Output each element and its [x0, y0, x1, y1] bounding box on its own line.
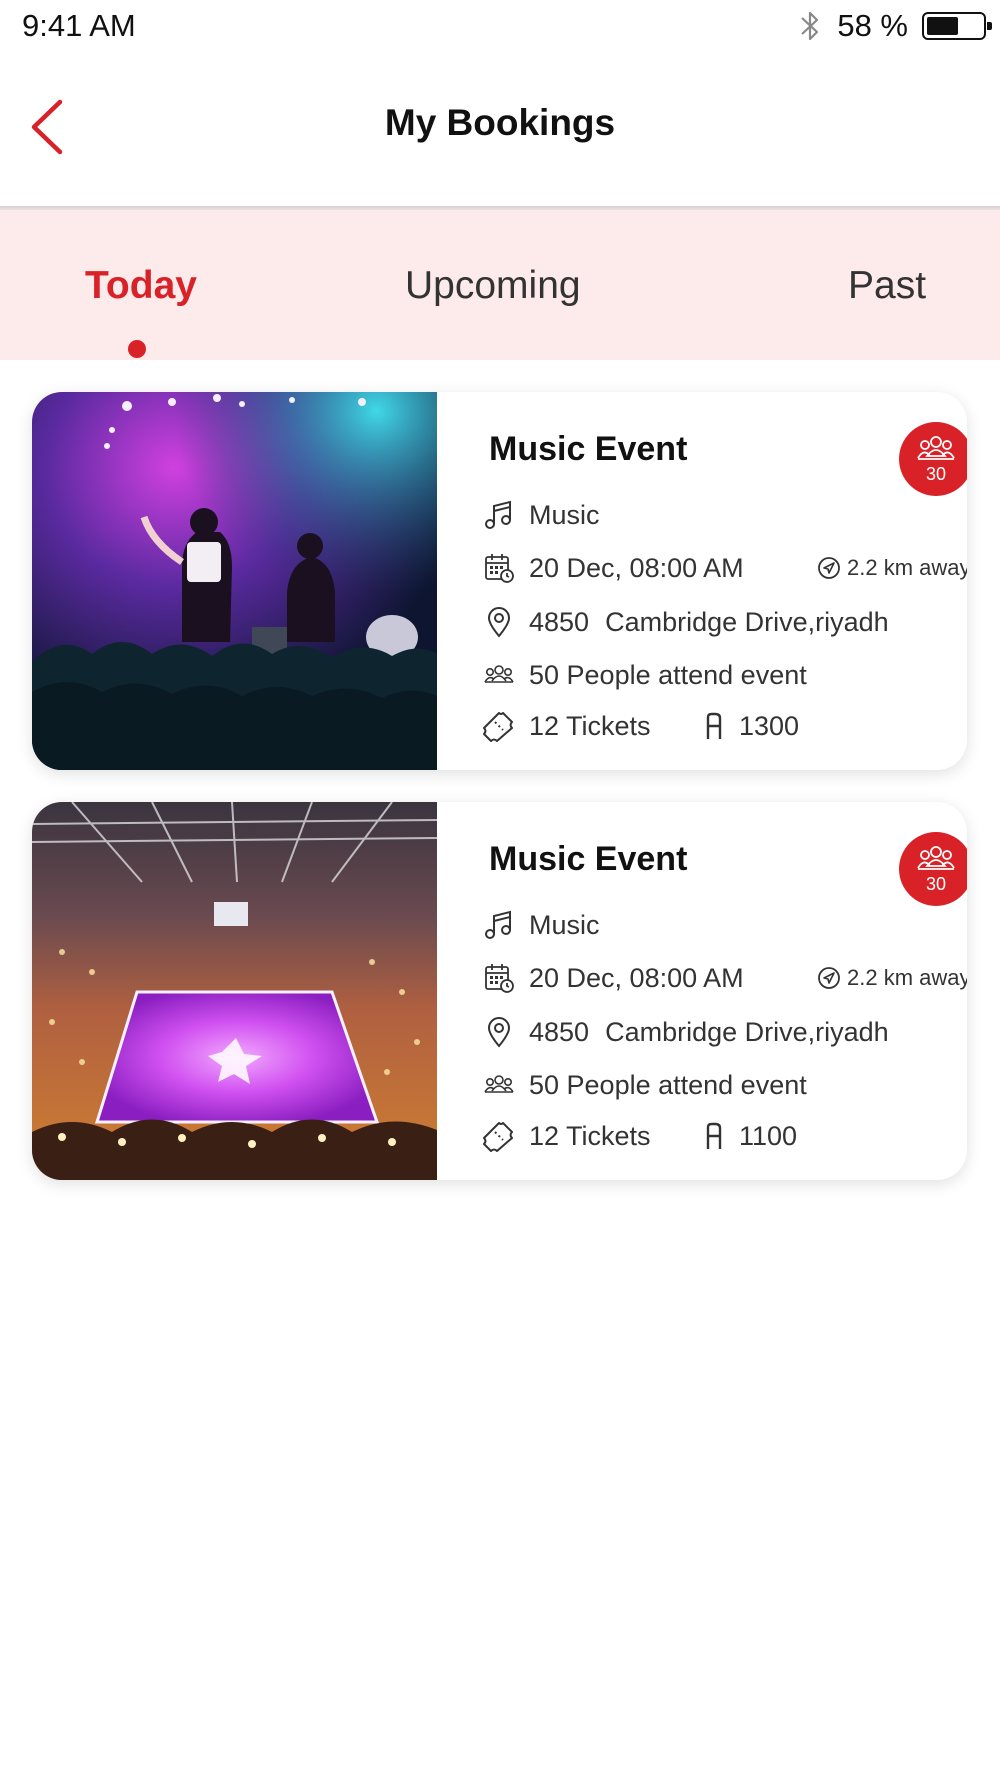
event-datetime: 20 Dec, 08:00 AM: [529, 552, 744, 583]
event-date-row: 20 Dec, 08:00 AM: [483, 549, 744, 587]
location-pin-icon: [487, 607, 511, 638]
status-time: 9:41 AM: [22, 8, 136, 43]
navigation-icon: [818, 557, 840, 579]
distance-text: 2.2 km away: [847, 555, 967, 580]
event-category-row: Music: [483, 906, 600, 944]
people-group-icon: [484, 1075, 514, 1093]
booking-details: Music Event 30 Music 20 Dec, 08:00 AM 2.…: [437, 802, 967, 1180]
event-datetime: 20 Dec, 08:00 AM: [529, 962, 744, 993]
badge-count: 30: [925, 874, 947, 894]
people-group-icon: [917, 846, 955, 870]
address-street: Cambridge Drive,riyadh: [605, 1016, 889, 1047]
price-label: 1100: [705, 1117, 797, 1155]
music-note-icon: [485, 500, 511, 529]
distance-label: 2.2 km away: [817, 549, 967, 587]
event-location-row: 4850 Cambridge Drive,riyadh: [483, 603, 889, 641]
arena-photo: [32, 802, 437, 1180]
booking-card[interactable]: Music Event 30 Music 20 Dec, 08:00 AM 2.…: [32, 802, 967, 1180]
ticket-icon: [483, 712, 513, 742]
people-group-icon: [484, 665, 514, 683]
distance-label: 2.2 km away: [817, 959, 967, 997]
currency-icon: [706, 712, 722, 739]
event-date-row: 20 Dec, 08:00 AM: [483, 959, 744, 997]
badge-count: 30: [925, 464, 947, 484]
price-value: 1100: [739, 1120, 798, 1151]
tickets-count: 12 Tickets: [529, 1120, 651, 1151]
booking-details: Music Event 30 Music 20 Dec, 08:00 AM 2.…: [437, 392, 967, 770]
bluetooth-icon: [801, 11, 819, 41]
location-pin-icon: [487, 1017, 511, 1048]
tab-upcoming[interactable]: Upcoming: [405, 264, 581, 308]
event-title: Music Event: [489, 840, 688, 878]
event-location-row: 4850 Cambridge Drive,riyadh: [483, 1013, 889, 1051]
status-bar: 9:41 AM 58 %: [0, 0, 1000, 56]
tab-bar: Today Upcoming Past: [0, 210, 1000, 360]
ticket-icon: [483, 1122, 513, 1152]
navigation-icon: [818, 967, 840, 989]
event-category: Music: [529, 909, 600, 940]
calendar-icon: [485, 554, 514, 583]
attendance-text: 50 People attend event: [529, 659, 807, 690]
status-indicators: 58 %: [797, 8, 992, 44]
address-number: 4850: [529, 1016, 590, 1047]
price-label: 1300: [705, 707, 799, 745]
event-tickets-row: 12 Tickets: [483, 707, 651, 745]
concert-stage-photo: [32, 392, 437, 770]
currency-icon: [706, 1122, 722, 1149]
tab-past[interactable]: Past: [848, 264, 926, 308]
event-category: Music: [529, 499, 600, 530]
event-category-row: Music: [483, 496, 600, 534]
people-group-icon: [917, 436, 955, 460]
address-street: Cambridge Drive,riyadh: [605, 606, 889, 637]
music-note-icon: [485, 910, 511, 939]
event-title: Music Event: [489, 430, 688, 468]
address-number: 4850: [529, 606, 590, 637]
group-count-badge[interactable]: 30: [899, 422, 967, 496]
calendar-icon: [485, 964, 514, 993]
battery-icon: [922, 12, 992, 40]
event-attendance-row: 50 People attend event: [483, 1066, 807, 1104]
event-tickets-row: 12 Tickets: [483, 1117, 651, 1155]
price-value: 1300: [739, 710, 800, 741]
active-tab-indicator: [128, 340, 146, 358]
battery-percent: 58 %: [837, 8, 908, 43]
group-count-badge[interactable]: 30: [899, 832, 967, 906]
battery-level: [927, 17, 958, 35]
distance-text: 2.2 km away: [847, 965, 967, 990]
header: My Bookings: [0, 56, 1000, 210]
page-title: My Bookings: [384, 102, 616, 143]
attendance-text: 50 People attend event: [529, 1069, 807, 1100]
tickets-count: 12 Tickets: [529, 710, 651, 741]
tab-today[interactable]: Today: [85, 264, 197, 308]
battery-cap: [987, 22, 992, 30]
booking-card[interactable]: Music Event 30 Music 20 Dec, 08:00 AM 2.…: [32, 392, 967, 770]
event-attendance-row: 50 People attend event: [483, 656, 807, 694]
